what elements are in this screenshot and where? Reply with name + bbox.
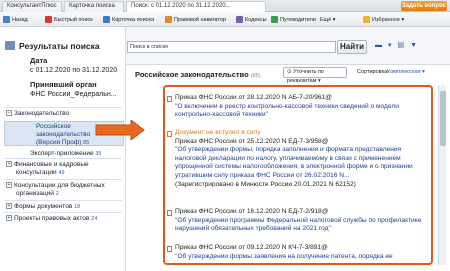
quick-search-button[interactable]: Быстрый поиск [45,15,93,25]
favorites-button[interactable]: Избранное ▾ [363,15,404,25]
divider [4,212,122,213]
sidebar-item-forms[interactable]: + Формы документов 18 [6,203,80,211]
sort-icon[interactable]: ▬ [375,42,388,49]
view-options[interactable]: ▬▾▤▼ [375,41,423,49]
tab-home[interactable]: КонсультантПлюс [2,1,62,12]
divider [4,200,122,201]
document-icon [167,210,172,216]
annotation-arrow-icon [95,120,145,140]
collapse-icon: – [6,110,12,117]
section-legislation[interactable]: – Законодательство [6,110,69,118]
scroll-thumb[interactable] [440,91,446,146]
list-item[interactable]: Приказ ФНС России от 28.12.2020 N АБ-7-2… [175,94,431,120]
back-arrow-icon [3,16,10,24]
print-icon[interactable]: ▤ [398,42,411,49]
sidebar-title: Результаты поиска [19,41,100,51]
expand-icon: + [6,203,12,210]
date-filter-value: с 01.12.2020 по 31.12.2020 [30,67,118,74]
main-toolbar: Назад Быстрый поиск Карточка поиска Прав… [0,12,450,27]
results-list-icon [5,41,15,50]
sidebar-item-drafts[interactable]: + Проекты правовых актов 24 [6,215,97,223]
warning-icon [167,131,172,137]
search-card-button[interactable]: Карточка поиска [103,15,154,25]
results-heading: Российское законодательство (85) [135,70,261,79]
legal-navigator-button[interactable]: Правовой навигатор [165,15,226,25]
save-icon[interactable]: ▼ [410,42,423,49]
more-button[interactable]: Ещё ▾ [320,15,336,25]
search-in-list-input[interactable]: Поиск в списке [127,41,336,53]
divider [4,107,122,108]
document-icon [167,246,172,252]
search-card-icon [103,16,110,24]
org-filter-label: Принявший орган [30,80,97,89]
list-item[interactable]: Приказ ФНС России от 16.12.2020 N ЕД-7-2… [175,208,431,234]
tab-search-card[interactable]: Карточка поиска [64,1,124,12]
results-sidebar: Результаты поиска Дата с 01.12.2020 по 3… [0,27,126,271]
sidebar-item-expert[interactable]: Эксперт-приложение 35 [30,150,102,158]
divider [4,158,122,159]
back-button[interactable]: Назад [3,15,28,25]
find-button[interactable]: Найти [337,40,367,54]
quick-search-icon [45,16,52,24]
expand-icon: + [6,182,12,189]
export-icon[interactable]: ▾ [388,42,398,49]
sidebar-item-financial[interactable]: + Финансовые и кадровые консультации 49 [6,161,89,177]
sort-label: Сортировка: [357,69,389,75]
list-item[interactable]: Приказ ФНС России от 09.12.2020 N КЧ-7-3… [175,244,431,261]
results-scrollbar[interactable] [438,85,446,265]
sidebar-item-budget[interactable]: + Консультации для бюджетных организаций … [6,182,105,198]
guides-button[interactable]: Путеводители [271,15,316,25]
tab-bar: КонсультантПлюс Карточка поиска Поиск: с… [0,0,450,12]
results-list: Приказ ФНС России от 28.12.2020 N АБ-7-2… [163,85,433,265]
star-icon [363,16,370,24]
guides-icon [271,16,278,24]
codes-button[interactable]: Кодексы [236,15,267,25]
expand-icon: + [6,161,12,168]
refine-by-details-button[interactable]: ⊙ Уточнить по реквизитам ▾ [283,67,347,84]
codes-icon [236,16,243,24]
document-icon [167,96,172,102]
list-item[interactable]: Документ не вступил в силу Приказ ФНС Ро… [175,129,431,189]
navigator-icon [165,16,172,24]
org-filter-value: ФНС России_Федеральн... [30,91,117,98]
tab-search-results[interactable]: Поиск: с 01.12.2020 по 31.12.2020... [126,1,266,12]
expand-icon: + [6,215,12,222]
ask-question-button[interactable]: Задать вопрос [401,1,447,11]
sort-dropdown[interactable]: Комплексная ▾ [387,69,425,75]
date-filter-label: Дата [30,56,48,65]
divider [4,179,122,180]
